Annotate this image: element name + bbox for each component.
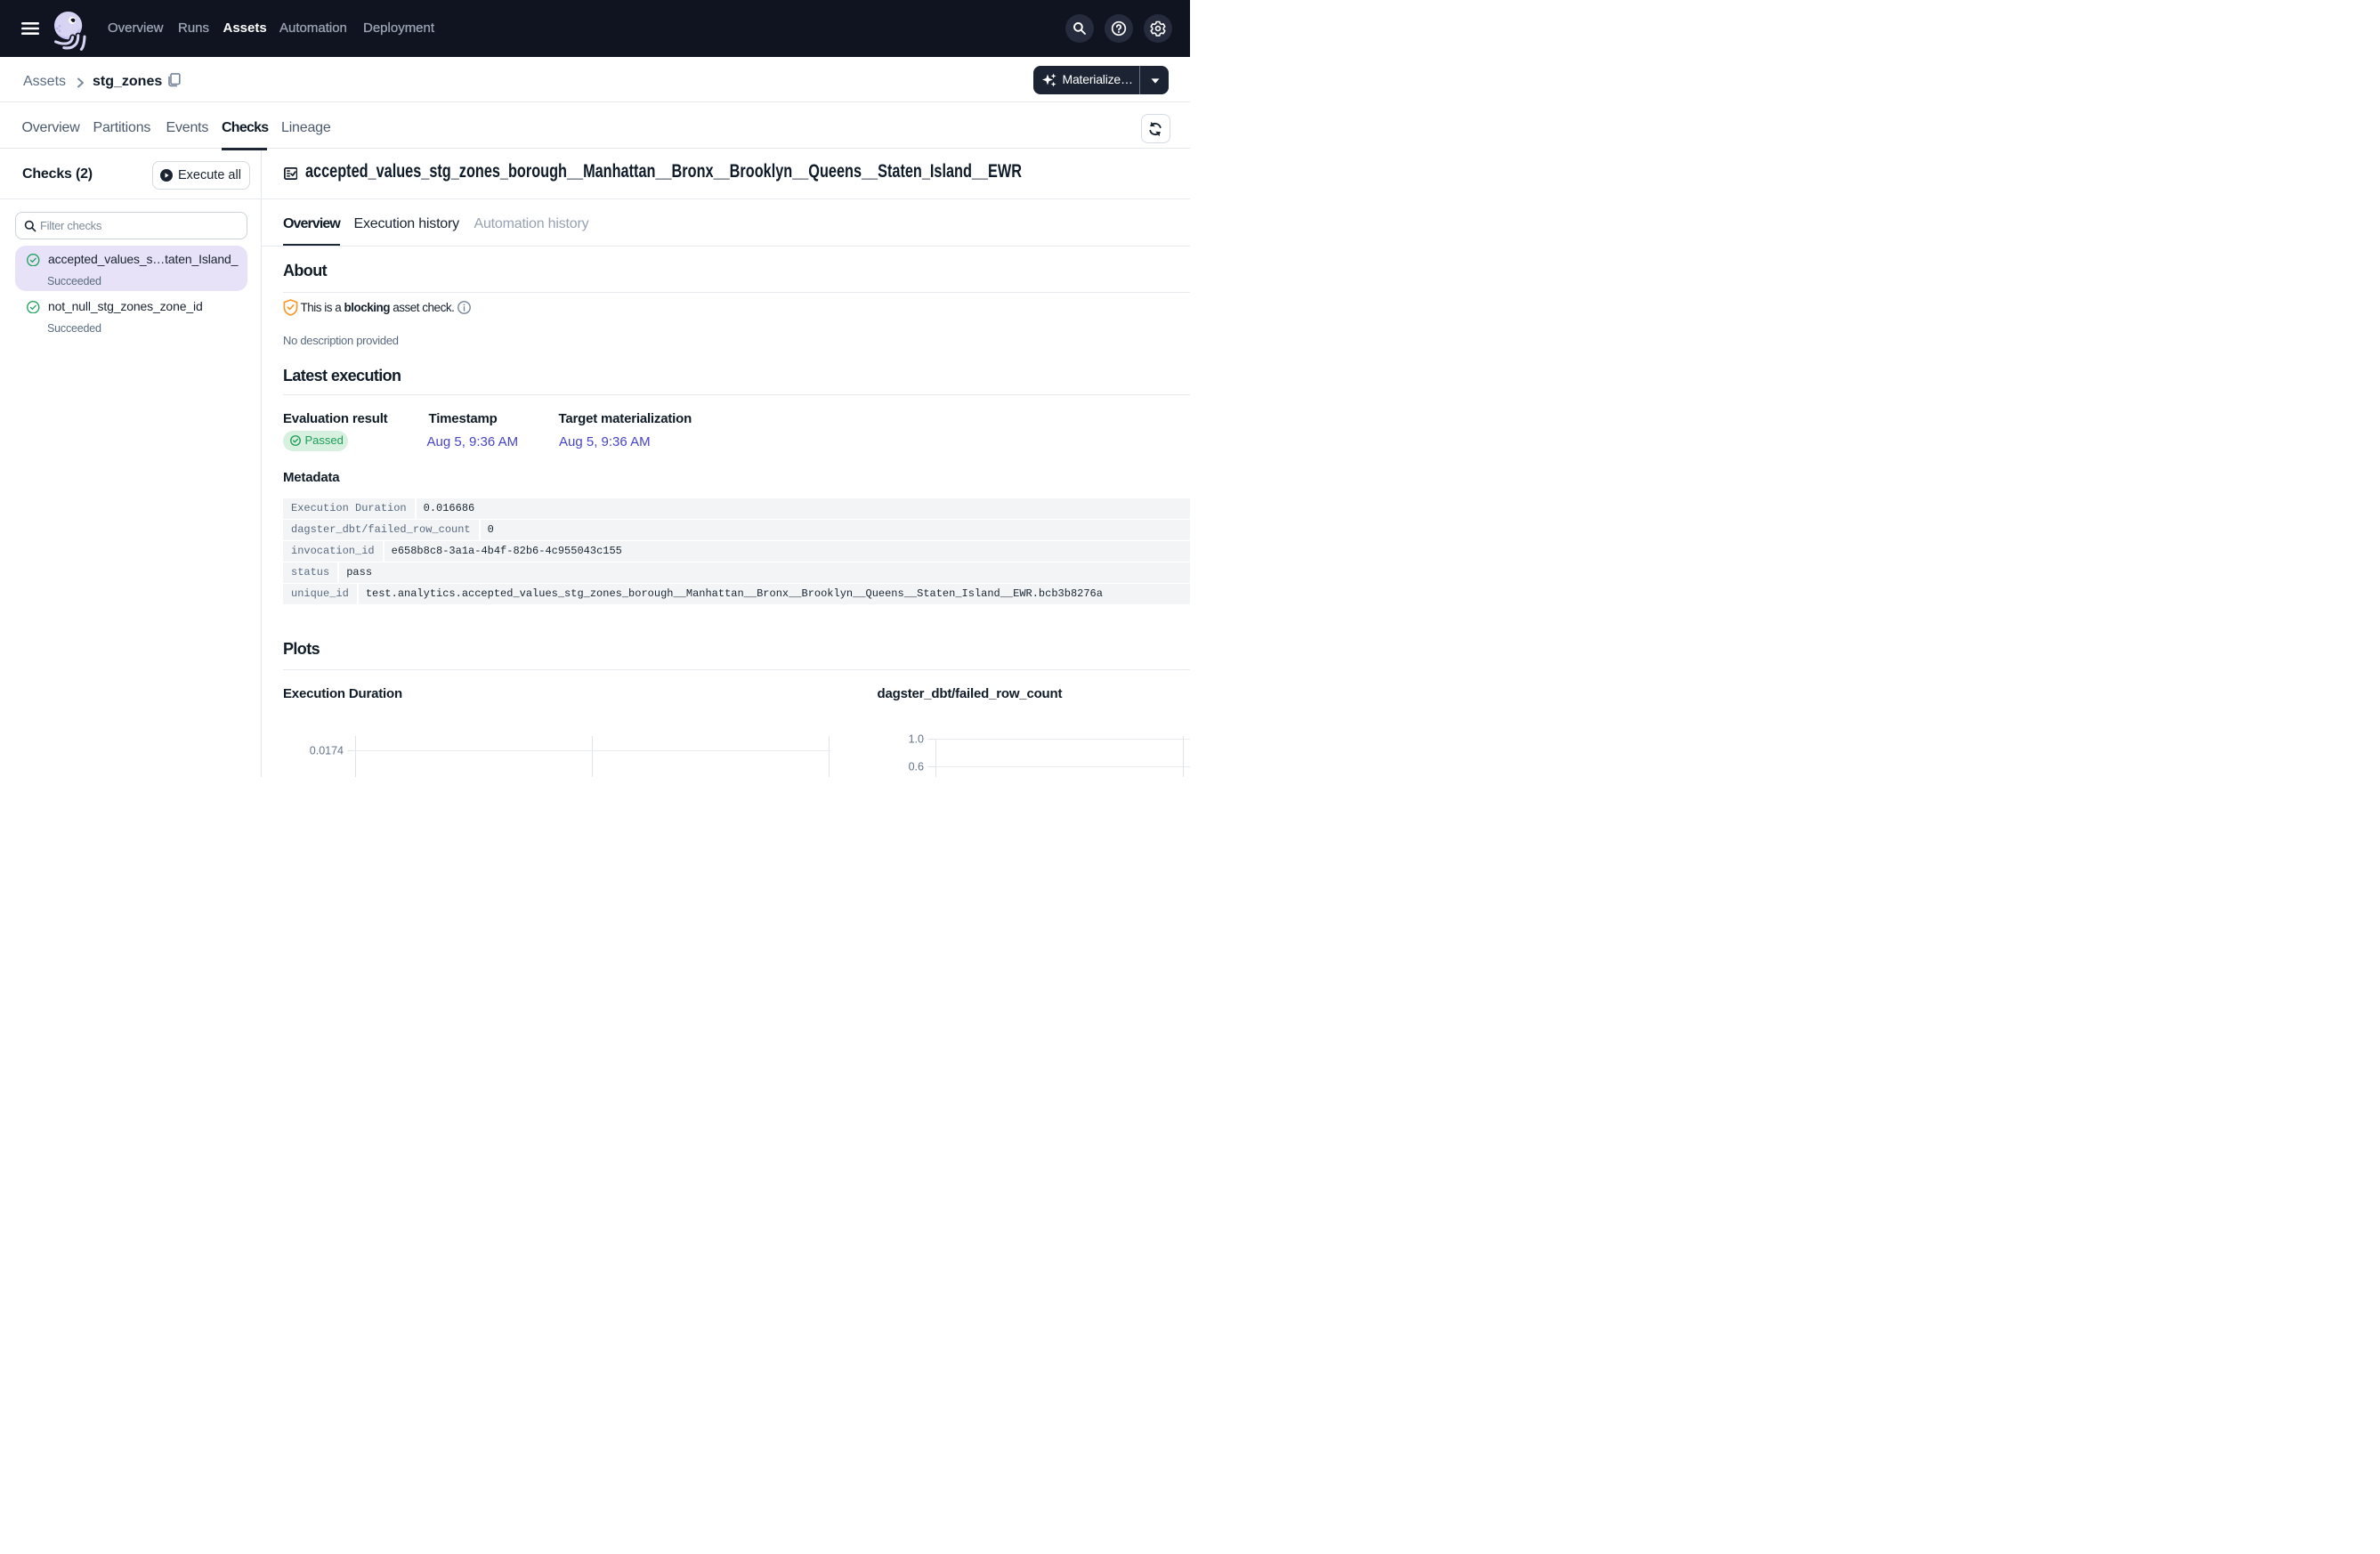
- svg-text:0.6: 0.6: [909, 761, 924, 773]
- svg-text:0.0174: 0.0174: [310, 745, 344, 757]
- svg-text:1.0: 1.0: [909, 733, 924, 746]
